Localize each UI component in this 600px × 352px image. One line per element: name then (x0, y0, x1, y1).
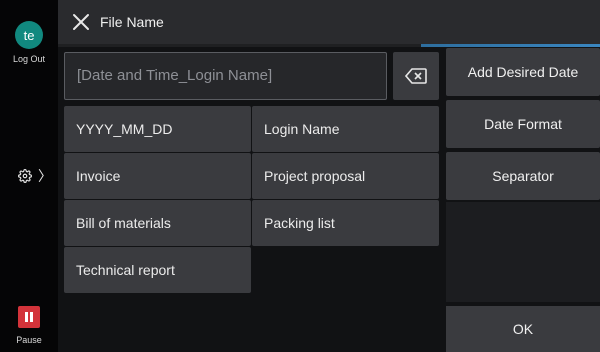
avatar[interactable]: te (15, 21, 43, 49)
name-part-technical-report[interactable]: Technical report (64, 247, 251, 293)
backspace-icon (405, 68, 427, 84)
close-icon[interactable] (72, 13, 90, 31)
logout-label[interactable]: Log Out (0, 54, 58, 64)
name-part-invoice[interactable]: Invoice (64, 153, 251, 199)
header-accent-line (58, 44, 600, 47)
ok-button[interactable]: OK (446, 306, 600, 352)
left-rail: te Log Out 〉 Pause (0, 0, 58, 352)
gear-icon (18, 169, 32, 183)
file-name-input[interactable]: [Date and Time_Login Name] (64, 52, 387, 100)
name-part-yyyy-mm-dd[interactable]: YYYY_MM_DD (64, 106, 251, 152)
name-part-project-proposal[interactable]: Project proposal (252, 153, 439, 199)
chevron-right-icon: 〉 (38, 168, 52, 184)
separator-button[interactable]: Separator (446, 152, 600, 200)
header-bar: File Name (58, 0, 600, 44)
backspace-button[interactable] (393, 52, 439, 100)
settings-button[interactable]: 〉 (18, 164, 52, 188)
name-part-packing-list[interactable]: Packing list (252, 200, 439, 246)
add-desired-date-button[interactable]: Add Desired Date (446, 48, 600, 96)
pause-label: Pause (16, 335, 42, 345)
pause-button[interactable] (18, 306, 40, 328)
right-panel-empty (446, 202, 600, 302)
name-part-login-name[interactable]: Login Name (252, 106, 439, 152)
name-part-bill-of-materials[interactable]: Bill of materials (64, 200, 251, 246)
page-title: File Name (100, 14, 164, 30)
date-format-button[interactable]: Date Format (446, 100, 600, 148)
